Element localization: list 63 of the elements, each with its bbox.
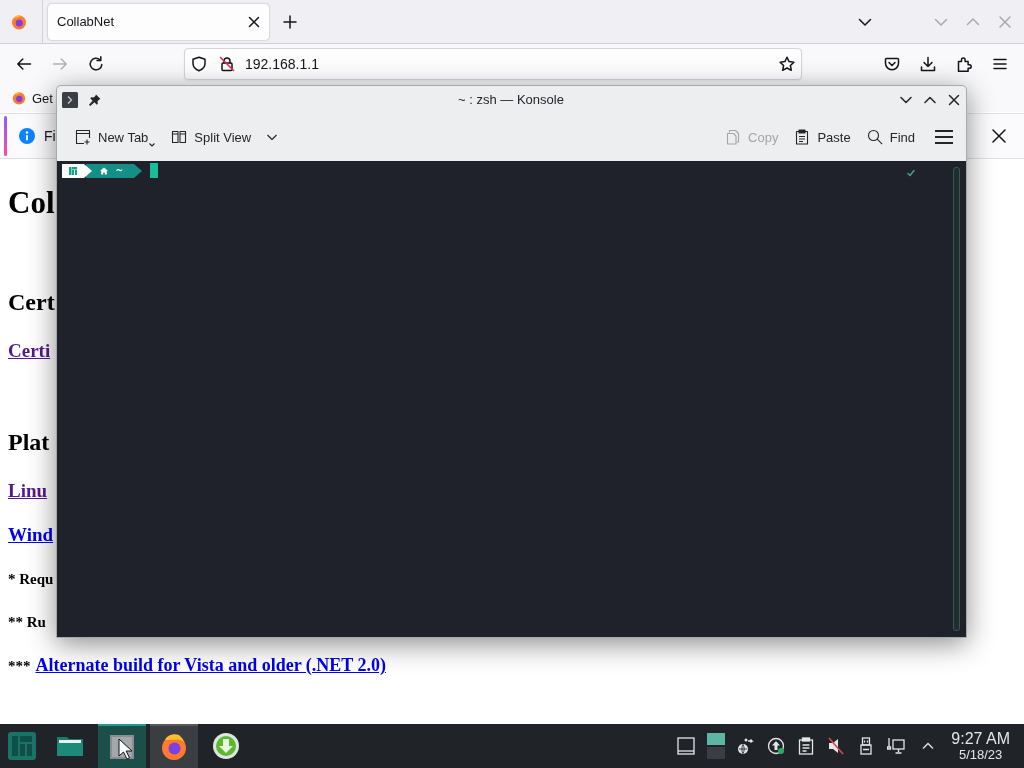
arrow-left-icon[interactable] (16, 56, 32, 72)
split-view-icon (171, 129, 188, 145)
download-circle-icon (212, 732, 240, 760)
speaker-muted-icon[interactable] (827, 737, 846, 755)
pin-icon[interactable] (89, 93, 101, 106)
home-icon (100, 167, 108, 175)
terminal-app-icon[interactable] (62, 91, 78, 108)
page-link[interactable]: Certi (8, 340, 51, 361)
terminal-cursor (150, 163, 158, 178)
browser-logo-icon[interactable] (11, 13, 27, 30)
close-icon[interactable] (991, 128, 1007, 144)
globe-arrow-icon[interactable] (737, 737, 756, 755)
info-icon (19, 128, 35, 144)
section-heading: Cert (8, 288, 55, 317)
page-heading: Col (8, 184, 55, 222)
taskbar-button[interactable] (98, 724, 146, 768)
search-icon (866, 129, 883, 145)
notification-text: Fi (44, 128, 56, 144)
clipboard-icon (794, 129, 811, 145)
footnote-mark: *** (8, 657, 31, 676)
page-link[interactable]: Linu (8, 480, 48, 501)
menu-icon[interactable] (992, 56, 1008, 72)
star-icon[interactable] (779, 56, 795, 72)
taskbar-button[interactable] (150, 724, 198, 768)
menu-icon[interactable] (935, 128, 953, 146)
pocket-icon[interactable] (884, 56, 900, 72)
bookmark-item[interactable]: Get (12, 90, 53, 106)
page-link[interactable]: Alternate build for Vista and older (.NET 2.0) (35, 654, 387, 676)
scrollbar[interactable] (953, 167, 960, 631)
puzzle-piece-icon[interactable] (956, 56, 972, 72)
wired-network-icon[interactable] (887, 737, 906, 755)
window-title: ~ : zsh — Konsole (458, 92, 564, 107)
tiles-logo-icon (69, 167, 77, 175)
page-link[interactable]: Wind (8, 524, 54, 545)
browser-tab[interactable]: CollabNet (48, 3, 269, 40)
close-icon[interactable] (948, 93, 960, 106)
clock-time[interactable]: 9:27 AM (951, 731, 1010, 747)
update-icon[interactable] (767, 737, 786, 755)
clipboard-icon[interactable] (797, 737, 816, 755)
clock-date[interactable]: 5/18/23 (958, 748, 1003, 761)
close-icon[interactable] (248, 15, 260, 28)
section-heading: Plat (8, 428, 50, 457)
virtual-desktop-icon[interactable] (707, 733, 726, 759)
reload-icon[interactable] (88, 56, 104, 72)
show-desktop-icon[interactable] (677, 737, 696, 755)
browser-logo-icon (12, 91, 26, 105)
paste-button[interactable]: Paste (788, 121, 857, 153)
footnote-text: * Requ (8, 570, 54, 589)
footnote-text: ** Ru (8, 613, 46, 632)
browser-logo-icon (160, 733, 188, 761)
download-icon[interactable] (920, 56, 936, 72)
mouse-pointer-icon (118, 738, 132, 760)
split-view-button[interactable]: Split View (165, 121, 285, 153)
copy-icon (725, 129, 742, 145)
shield-icon[interactable] (191, 56, 207, 72)
new-tab-icon (75, 129, 91, 145)
new-tab-button[interactable]: New Tab (69, 121, 162, 153)
address-bar[interactable]: 192.168.1.1 (184, 48, 802, 80)
find-button[interactable]: Find (860, 121, 921, 153)
plus-icon[interactable] (283, 14, 297, 29)
caret-icon (149, 143, 156, 147)
broken-lock-icon[interactable] (219, 56, 235, 72)
prompt-path: ~ (116, 164, 123, 178)
